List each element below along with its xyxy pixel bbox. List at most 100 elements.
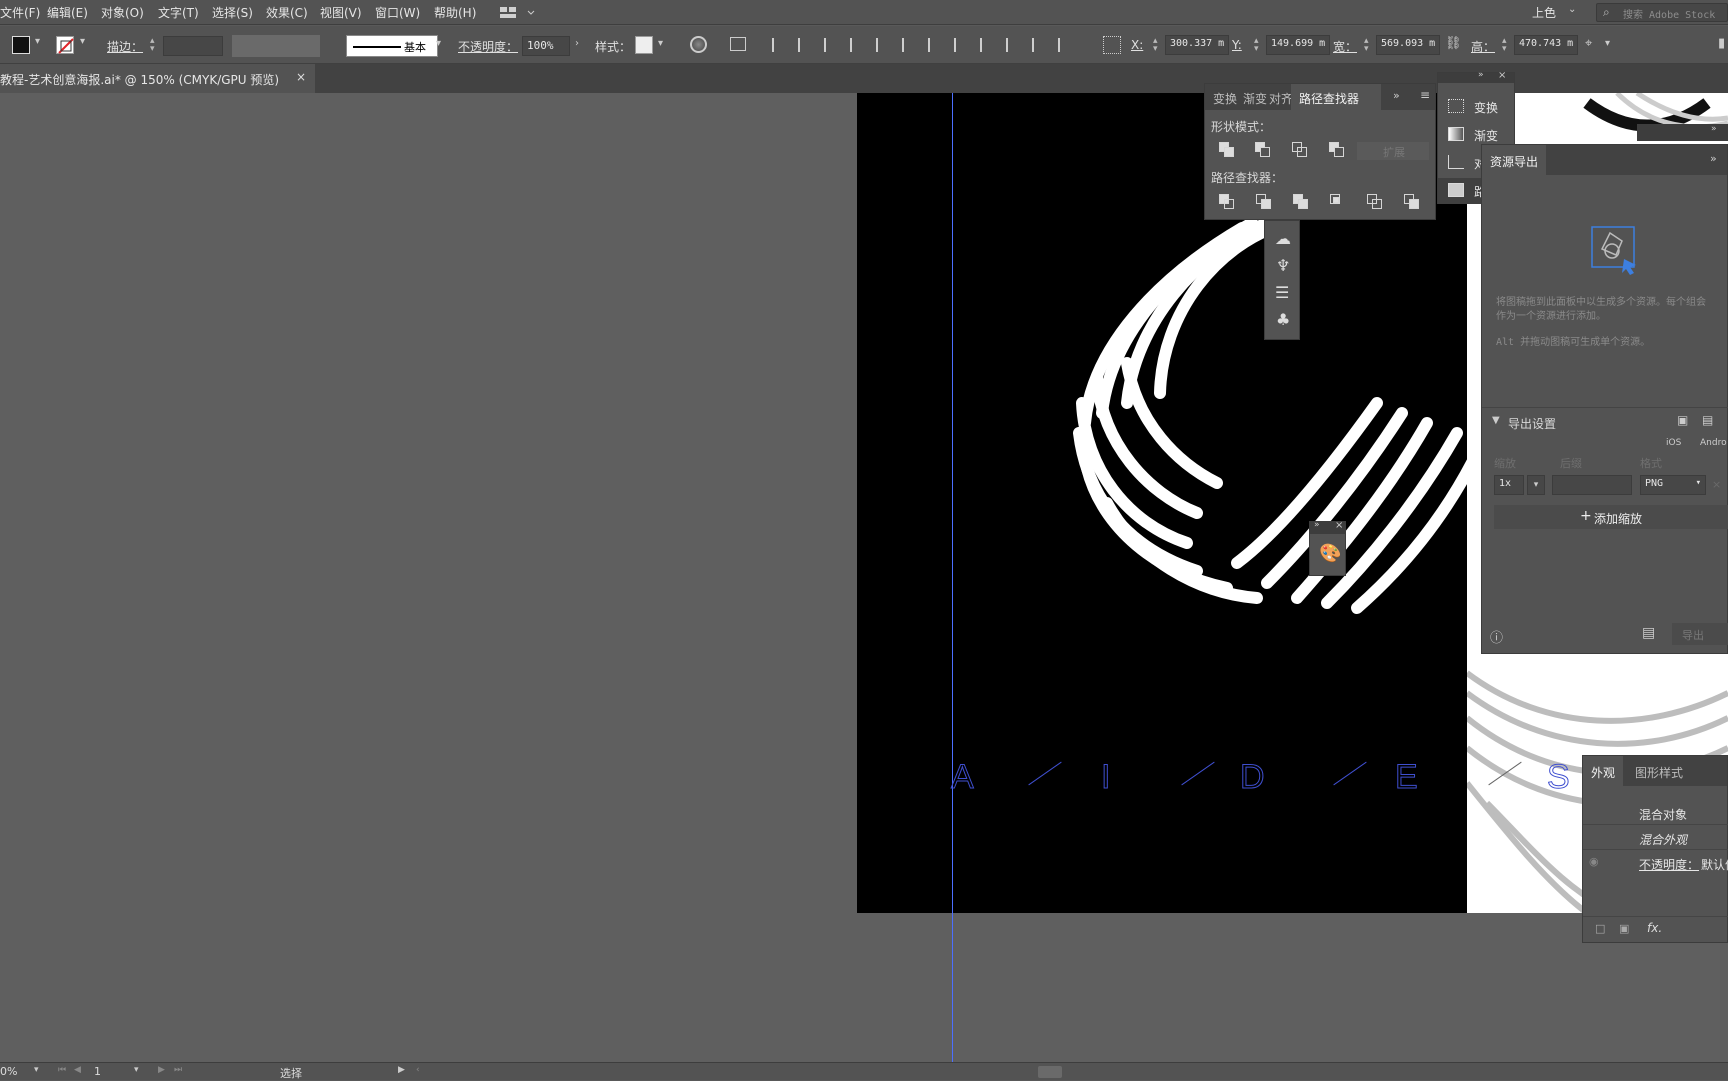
android-preset-icon[interactable]: ▤ xyxy=(1702,413,1713,427)
symbols-icon[interactable]: ♣ xyxy=(1276,310,1290,329)
chevron-down-icon[interactable]: ▾ xyxy=(34,1065,39,1075)
close-icon[interactable]: × xyxy=(1498,70,1506,81)
tab-pathfinder[interactable]: 路径查找器 xyxy=(1299,90,1359,107)
ios-preset-label[interactable]: iOS xyxy=(1666,438,1681,448)
unite-button[interactable] xyxy=(1219,142,1235,158)
y-input[interactable]: 149.699 m xyxy=(1266,35,1330,55)
align-right-icon[interactable] xyxy=(824,38,838,52)
align-left-icon[interactable] xyxy=(772,38,786,52)
poster-letter[interactable]: A xyxy=(951,758,975,797)
poster-letter[interactable]: I xyxy=(1100,758,1111,797)
intersect-button[interactable] xyxy=(1292,142,1308,158)
brushes-icon[interactable]: ♆ xyxy=(1276,256,1290,275)
info-icon[interactable]: ⓘ xyxy=(1490,627,1503,646)
opacity-label[interactable]: 不透明度： xyxy=(1639,856,1699,873)
menu-file[interactable]: 文件(F) xyxy=(0,4,40,21)
height-input[interactable]: 470.743 m xyxy=(1514,35,1578,55)
stroke-weight-input[interactable] xyxy=(163,36,223,56)
add-scale-button[interactable]: + 添加缩放 xyxy=(1494,505,1728,529)
align-bottom-icon[interactable] xyxy=(902,38,916,52)
merge-button[interactable] xyxy=(1293,194,1309,210)
export-settings-icon[interactable]: ▤ xyxy=(1642,625,1655,641)
chevron-down-icon[interactable]: ▾ xyxy=(35,36,40,47)
chevron-down-icon[interactable]: ▾ xyxy=(658,38,663,49)
chevron-right-icon[interactable]: ▶ xyxy=(398,1065,405,1075)
chevron-down-icon[interactable]: ▾ xyxy=(1605,38,1610,49)
menu-help[interactable]: 帮助(H) xyxy=(434,4,476,21)
align-top-icon[interactable] xyxy=(850,38,864,52)
menu-type[interactable]: 文字(T) xyxy=(158,4,199,21)
distribute-hcenter-icon[interactable] xyxy=(1032,38,1046,52)
distribute-right-icon[interactable] xyxy=(1058,38,1072,52)
export-button[interactable]: 导出 xyxy=(1672,623,1728,645)
add-effect-button[interactable]: fx. xyxy=(1647,921,1662,935)
suffix-input[interactable] xyxy=(1552,475,1632,495)
collapse-icon[interactable]: » xyxy=(1393,89,1400,102)
height-stepper[interactable]: ▴ ▾ xyxy=(1502,37,1510,54)
opacity-input[interactable]: 100% xyxy=(522,36,570,56)
minus-front-button[interactable] xyxy=(1255,142,1271,158)
divide-button[interactable] xyxy=(1219,194,1235,210)
stock-search-input[interactable]: ⌕ 搜索 Adobe Stock xyxy=(1596,3,1728,22)
chevron-right-icon[interactable]: › xyxy=(575,38,579,49)
stroke-label[interactable]: 描边： xyxy=(107,38,143,55)
minus-back-button[interactable] xyxy=(1404,194,1420,210)
panel-menu-icon[interactable]: ▮ xyxy=(1718,36,1725,51)
fill-swatch[interactable] xyxy=(12,36,30,54)
chevron-down-icon[interactable]: ▾ xyxy=(134,1065,139,1075)
panel-menu-icon[interactable]: ≡ xyxy=(1420,88,1430,102)
trim-button[interactable] xyxy=(1256,194,1272,210)
add-fill-icon[interactable]: ▣ xyxy=(1619,922,1629,935)
horizontal-scrollbar-thumb[interactable] xyxy=(1038,1066,1062,1078)
poster-letter[interactable]: E xyxy=(1395,758,1419,797)
collapse-icon[interactable]: » xyxy=(1478,70,1484,80)
zoom-level[interactable]: 0% xyxy=(0,1065,17,1078)
tab-asset-export[interactable]: 资源导出 xyxy=(1490,153,1538,170)
distribute-left-icon[interactable] xyxy=(1006,38,1020,52)
opacity-label[interactable]: 不透明度： xyxy=(458,38,518,55)
close-icon[interactable]: × xyxy=(296,70,306,84)
menu-select[interactable]: 选择(S) xyxy=(212,4,253,21)
transform-options-icon[interactable]: ⌖ xyxy=(1585,36,1592,51)
reference-point-icon[interactable] xyxy=(1103,36,1121,54)
format-select[interactable]: PNG ▾ xyxy=(1640,475,1706,495)
graphic-style-swatch[interactable] xyxy=(635,36,653,54)
menu-object[interactable]: 对象(O) xyxy=(101,4,144,21)
vertical-guide[interactable] xyxy=(952,93,953,1062)
scale-input[interactable]: 1x xyxy=(1494,475,1524,495)
workspace-switcher[interactable]: 上色 xyxy=(1532,4,1556,21)
y-stepper[interactable]: ▴ ▾ xyxy=(1254,37,1262,54)
tab-appearance[interactable]: 外观 xyxy=(1591,764,1615,781)
stroke-icon[interactable]: ☰ xyxy=(1275,283,1289,302)
chevron-down-icon[interactable]: ▾ xyxy=(436,38,441,49)
artboard-number[interactable]: 1 xyxy=(94,1065,101,1078)
chevron-down-icon[interactable]: ⌄ xyxy=(1568,4,1576,15)
first-artboard-icon[interactable]: ⏮ xyxy=(58,1065,66,1075)
constrain-link-icon[interactable]: ⛓ xyxy=(1445,36,1462,51)
width-stepper[interactable]: ▴ ▾ xyxy=(1364,37,1372,54)
ios-preset-icon[interactable]: ▣ xyxy=(1677,413,1688,427)
remove-scale-icon[interactable]: × xyxy=(1712,478,1721,491)
close-icon[interactable]: × xyxy=(1335,520,1343,531)
tab-graphic-styles[interactable]: 图形样式 xyxy=(1635,764,1683,781)
crop-button[interactable] xyxy=(1330,194,1346,210)
chevron-down-icon[interactable]: ▾ xyxy=(80,36,85,47)
exclude-button[interactable] xyxy=(1329,142,1345,158)
arrange-documents-button[interactable] xyxy=(500,5,536,20)
tab-transform[interactable]: 变换 xyxy=(1213,90,1237,107)
expand-button[interactable]: 扩展 xyxy=(1357,142,1429,160)
menu-edit[interactable]: 编辑(E) xyxy=(47,4,88,21)
align-hcenter-icon[interactable] xyxy=(798,38,812,52)
brush-definition-select[interactable]: 基本 xyxy=(346,35,438,57)
x-input[interactable]: 300.337 m xyxy=(1165,35,1229,55)
outline-button[interactable] xyxy=(1367,194,1383,210)
last-artboard-icon[interactable]: ⏭ xyxy=(174,1065,182,1075)
tab-align[interactable]: 对齐 xyxy=(1269,90,1293,107)
add-stroke-icon[interactable]: □ xyxy=(1595,922,1605,935)
menu-window[interactable]: 窗口(W) xyxy=(375,4,420,21)
cc-libraries-icon[interactable]: ☁ xyxy=(1275,229,1291,248)
variable-width-profile[interactable] xyxy=(232,35,320,57)
chevron-down-icon[interactable]: ▼ xyxy=(1492,415,1500,426)
chevron-down-icon[interactable]: ▾ xyxy=(1527,475,1545,495)
collapse-icon[interactable]: » xyxy=(1710,152,1717,165)
